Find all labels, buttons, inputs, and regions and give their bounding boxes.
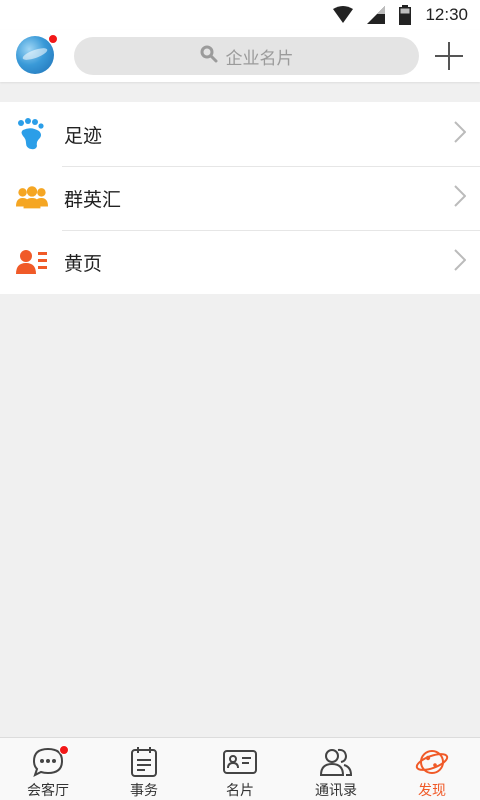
planet-icon [415, 746, 449, 778]
search-placeholder: 企业名片 [225, 48, 294, 69]
menu-item-label: 黄页 [64, 252, 103, 275]
footprint-icon [16, 118, 48, 150]
search-icon [200, 45, 218, 68]
tab-label: 名片 [226, 783, 254, 799]
tab-label: 通讯录 [315, 783, 357, 799]
status-time: 12:30 [425, 5, 468, 24]
chevron-right-icon [454, 121, 467, 147]
battery-icon [399, 5, 412, 25]
chevron-right-icon [454, 185, 467, 211]
menu-item-yellow-pages[interactable]: 黄页 [0, 230, 480, 294]
avatar-badge [48, 34, 58, 44]
menu-item-label: 足迹 [64, 124, 103, 147]
tab-label: 事务 [130, 783, 158, 799]
signal-icon [367, 6, 386, 24]
group-icon [16, 182, 48, 214]
menu-item-footprint[interactable]: 足迹 [0, 102, 480, 166]
chevron-right-icon [454, 249, 467, 275]
wifi-icon [333, 6, 354, 24]
discover-menu: 足迹 群英汇 黄页 [0, 102, 480, 294]
notepad-icon [127, 746, 161, 778]
tab-card[interactable]: 名片 [192, 738, 288, 800]
status-bar: 12:30 [0, 0, 480, 30]
tab-contacts[interactable]: 通讯录 [288, 738, 384, 800]
plus-icon[interactable] [433, 40, 465, 72]
contacts-icon [319, 746, 353, 778]
avatar-button[interactable] [16, 34, 58, 76]
bottom-tab-bar: 会客厅 事务 名片 通讯录 发现 [0, 737, 480, 800]
tab-label: 会客厅 [27, 783, 69, 799]
tab-reception[interactable]: 会客厅 [0, 738, 96, 800]
yellow-pages-icon [16, 246, 48, 278]
tab-badge [59, 745, 69, 755]
header-bar: 企业名片 [0, 30, 480, 82]
tab-discover[interactable]: 发现 [384, 738, 480, 800]
menu-item-group[interactable]: 群英汇 [0, 166, 480, 230]
card-icon [223, 746, 257, 778]
search-input[interactable]: 企业名片 [74, 37, 419, 75]
chat-bubble-icon [31, 745, 69, 778]
tab-label: 发现 [418, 783, 446, 799]
menu-item-label: 群英汇 [64, 188, 122, 211]
tab-affairs[interactable]: 事务 [96, 738, 192, 800]
